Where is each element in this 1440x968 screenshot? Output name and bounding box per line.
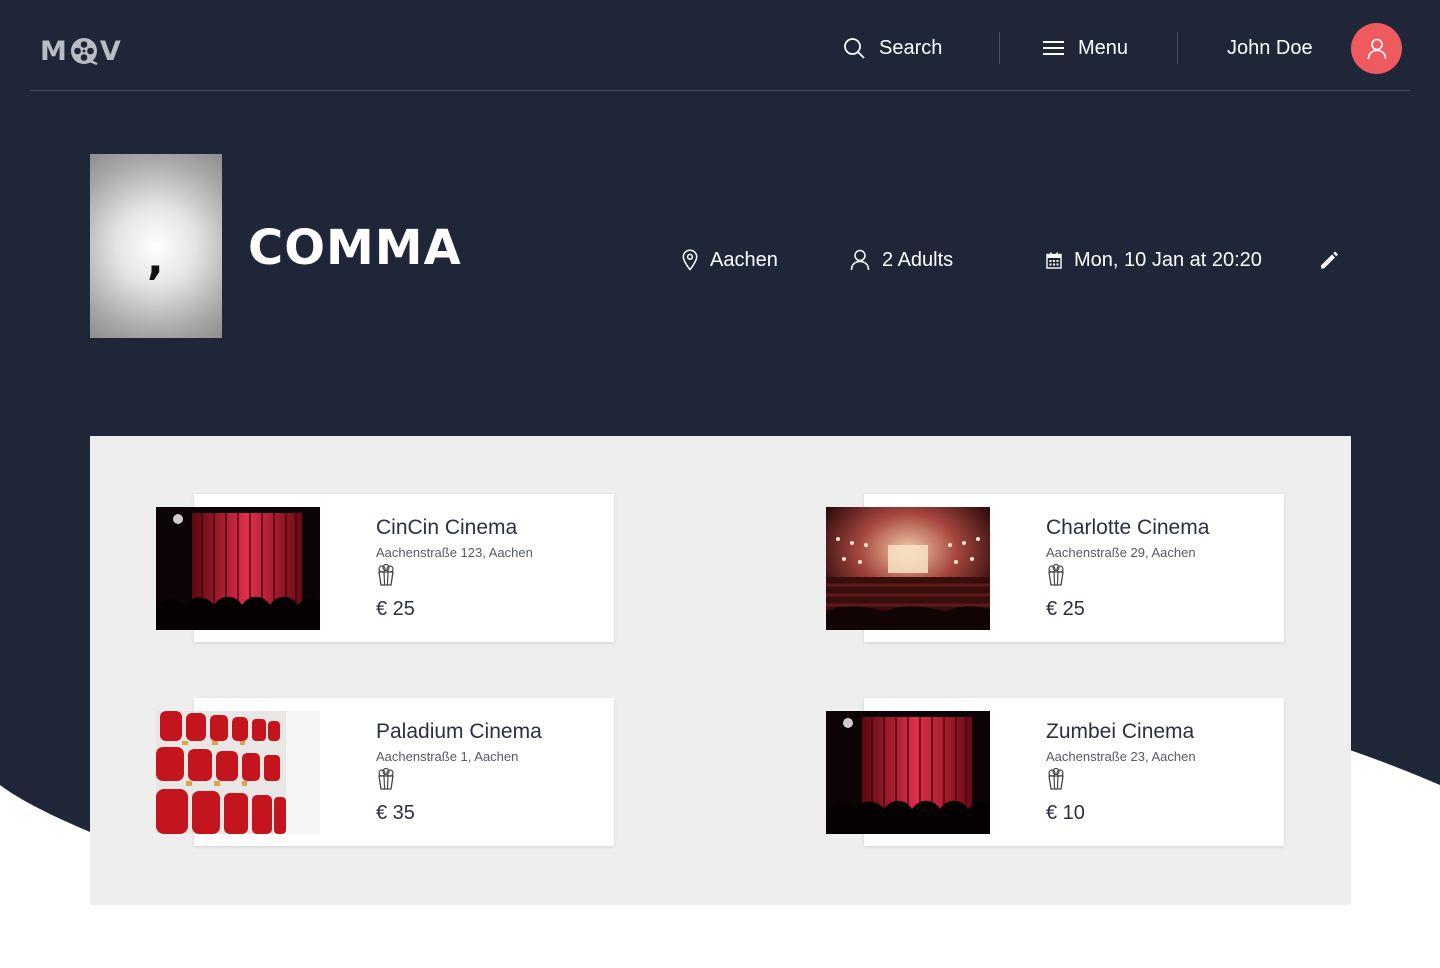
menu-button[interactable]: Menu	[1043, 30, 1128, 66]
cinema-price: € 35	[376, 802, 415, 824]
nav-divider	[999, 32, 1000, 64]
cinema-image	[156, 711, 320, 834]
user-name-link[interactable]: John Doe	[1227, 30, 1313, 66]
search-label: Search	[879, 36, 943, 59]
cinema-card[interactable]: Zumbei Cinema Aachenstraße 23, Aachen € …	[826, 698, 1284, 846]
cinema-card[interactable]: CinCin Cinema Aachenstraße 123, Aachen €…	[156, 494, 614, 642]
cinema-price: € 25	[1046, 598, 1085, 620]
popcorn-icon	[1048, 768, 1064, 790]
cinema-address: Aachenstraße 1, Aachen	[376, 749, 519, 764]
logo-letter-m: M	[40, 35, 68, 67]
popcorn-icon	[1048, 564, 1064, 586]
logo-letter-v: V	[99, 35, 122, 67]
popcorn-icon	[378, 564, 394, 586]
header-divider	[30, 90, 1410, 91]
guests-info: 2 Adults	[850, 246, 953, 274]
cinema-card[interactable]: Charlotte Cinema Aachenstraße 29, Aachen…	[826, 494, 1284, 642]
cinema-image	[826, 507, 990, 630]
search-button[interactable]: Search	[843, 30, 942, 66]
film-reel-icon	[70, 38, 98, 65]
person-icon	[850, 249, 870, 271]
cinema-card[interactable]: Paladium Cinema Aachenstraße 1, Aachen €…	[156, 698, 614, 846]
movie-title: COMMA	[248, 220, 462, 276]
cinema-address: Aachenstraße 123, Aachen	[376, 545, 533, 560]
cinema-results-panel: CinCin Cinema Aachenstraße 123, Aachen €…	[90, 436, 1351, 905]
cinema-name: Charlotte Cinema	[1046, 516, 1210, 539]
location-text: Aachen	[710, 248, 778, 271]
menu-label: Menu	[1078, 36, 1129, 59]
cinema-name: Zumbei Cinema	[1046, 720, 1195, 743]
cinema-address: Aachenstraße 23, Aachen	[1046, 749, 1196, 764]
datetime-text: Mon, 10 Jan at 20:20	[1074, 248, 1262, 271]
movie-poster: ,	[90, 154, 222, 338]
user-name: John Doe	[1227, 36, 1313, 59]
nav-divider	[1177, 32, 1178, 64]
popcorn-icon	[378, 768, 394, 790]
cinema-name: Paladium Cinema	[376, 720, 542, 743]
search-icon	[844, 38, 865, 59]
pencil-icon[interactable]	[1318, 249, 1340, 271]
cinema-price: € 25	[376, 598, 415, 620]
location-info: Aachen	[682, 246, 778, 274]
calendar-icon	[1046, 252, 1062, 269]
avatar[interactable]	[1351, 23, 1402, 74]
poster-glyph: ,	[147, 234, 164, 285]
cinema-address: Aachenstraße 29, Aachen	[1046, 545, 1196, 560]
cinema-image	[156, 507, 320, 630]
user-icon	[1367, 38, 1386, 59]
menu-icon	[1043, 41, 1064, 55]
cinema-price: € 10	[1046, 802, 1085, 824]
location-pin-icon	[682, 249, 698, 271]
datetime-info: Mon, 10 Jan at 20:20	[1046, 246, 1262, 274]
cinema-image	[826, 711, 990, 834]
cinema-name: CinCin Cinema	[376, 516, 518, 539]
guests-text: 2 Adults	[882, 248, 954, 271]
app-logo[interactable]: M V	[40, 35, 122, 67]
